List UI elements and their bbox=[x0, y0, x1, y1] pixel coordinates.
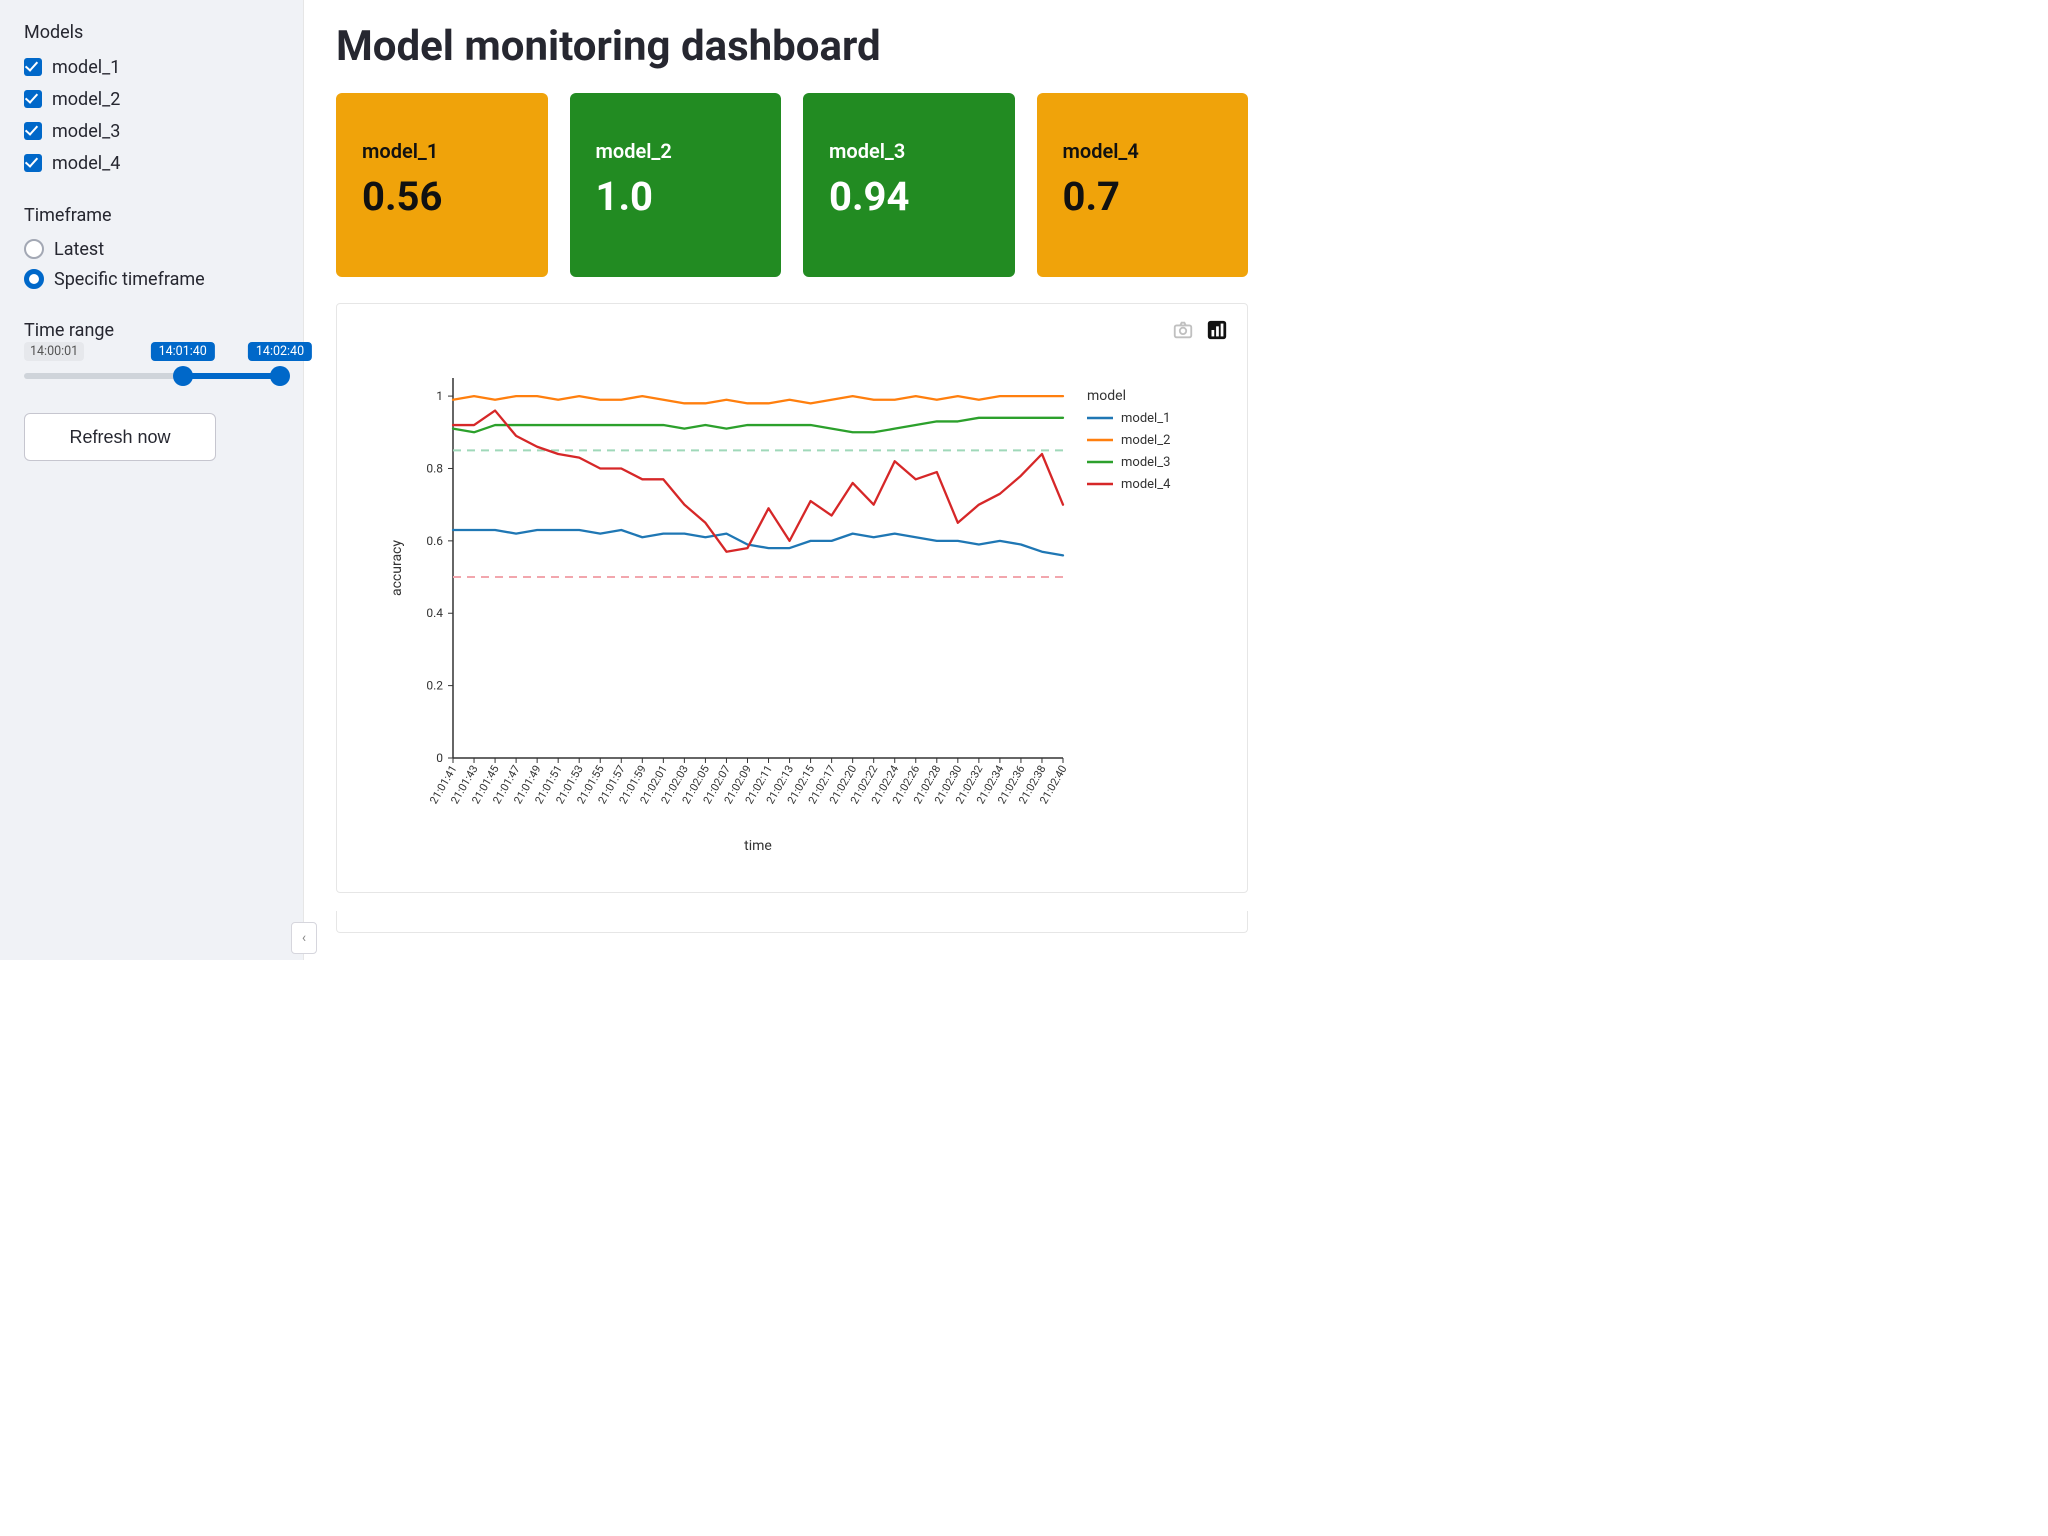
timerange-section: Time range 14:00:01 14:01:40 14:02:40 bbox=[24, 320, 281, 379]
metric-card-model_3: model_3 0.94 bbox=[803, 93, 1015, 277]
metric-card-value: 1.0 bbox=[596, 173, 756, 220]
metric-card-value: 0.94 bbox=[829, 173, 989, 220]
timerange-thumb-lo[interactable] bbox=[173, 366, 193, 386]
metric-card-value: 0.7 bbox=[1063, 173, 1223, 220]
svg-text:1: 1 bbox=[436, 389, 443, 403]
model-checkbox-label: model_3 bbox=[52, 121, 120, 142]
model-checkbox-label: model_1 bbox=[52, 57, 120, 78]
metric-card-value: 0.56 bbox=[362, 173, 522, 220]
metric-card-model_1: model_1 0.56 bbox=[336, 93, 548, 277]
timerange-lo-bubble: 14:01:40 bbox=[151, 342, 215, 361]
metric-card-name: model_1 bbox=[362, 139, 522, 163]
sidebar-collapse-handle[interactable]: ‹ bbox=[291, 922, 317, 954]
model-checkbox-model_3[interactable]: model_3 bbox=[24, 115, 281, 147]
page-title: Model monitoring dashboard bbox=[336, 22, 1248, 71]
svg-text:0.6: 0.6 bbox=[426, 534, 443, 548]
svg-text:model_1: model_1 bbox=[1121, 411, 1170, 426]
timerange-slider[interactable]: 14:00:01 14:01:40 14:02:40 bbox=[24, 373, 280, 379]
checkbox-icon bbox=[24, 58, 42, 76]
models-section-label: Models bbox=[24, 22, 281, 43]
metric-card-name: model_4 bbox=[1063, 139, 1223, 163]
svg-text:accuracy: accuracy bbox=[389, 540, 405, 596]
checkbox-icon bbox=[24, 154, 42, 172]
timeframe-option-label: Latest bbox=[54, 239, 104, 260]
sidebar: Models model_1 model_2 model_3 model_4 Time… bbox=[0, 0, 304, 960]
svg-text:time: time bbox=[744, 838, 772, 854]
next-panel-placeholder bbox=[336, 911, 1248, 933]
timerange-section-label: Time range bbox=[24, 320, 281, 341]
chevron-left-icon: ‹ bbox=[302, 930, 306, 946]
metric-cards-row: model_1 0.56 model_2 1.0 model_3 0.94 model_4 0… bbox=[336, 93, 1248, 277]
main-content: Model monitoring dashboard model_10.56mo… bbox=[304, 0, 1280, 960]
metric-card-model_4: model_4 0.7 bbox=[1037, 93, 1249, 277]
checkbox-icon bbox=[24, 90, 42, 108]
metric-card-model_2: model_2 1.0 bbox=[570, 93, 782, 277]
model-checkbox-model_4[interactable]: model_4 bbox=[24, 147, 281, 179]
timeframe-option-latest[interactable]: Latest bbox=[24, 234, 281, 264]
svg-text:model_4: model_4 bbox=[1121, 477, 1171, 492]
svg-text:model_3: model_3 bbox=[1121, 455, 1170, 470]
svg-text:0.8: 0.8 bbox=[426, 461, 443, 475]
model-checkbox-model_2[interactable]: model_2 bbox=[24, 83, 281, 115]
accuracy-chart-panel: 00.20.40.60.81accuracy21:01:4121:01:4321… bbox=[336, 303, 1248, 893]
model-checkbox-model_1[interactable]: model_1 bbox=[24, 51, 281, 83]
svg-text:model: model bbox=[1087, 388, 1126, 404]
timeframe-section: Timeframe Latest Specific timeframe bbox=[24, 205, 281, 294]
chart-mode-icon[interactable] bbox=[1205, 318, 1229, 342]
refresh-button[interactable]: Refresh now bbox=[24, 413, 216, 461]
model-checkbox-label: model_2 bbox=[52, 89, 120, 110]
svg-text:0.2: 0.2 bbox=[426, 679, 443, 693]
timeframe-option-label: Specific timeframe bbox=[54, 269, 205, 290]
metric-card-name: model_3 bbox=[829, 139, 989, 163]
timeframe-section-label: Timeframe bbox=[24, 205, 281, 226]
accuracy-chart[interactable]: 00.20.40.60.81accuracy21:01:4121:01:4321… bbox=[357, 322, 1227, 882]
chart-toolbar bbox=[1171, 318, 1229, 342]
svg-text:0.4: 0.4 bbox=[426, 606, 443, 620]
checkbox-icon bbox=[24, 122, 42, 140]
camera-icon[interactable] bbox=[1171, 318, 1195, 342]
svg-text:model_2: model_2 bbox=[1121, 433, 1170, 448]
model-checkbox-label: model_4 bbox=[52, 153, 120, 174]
timeframe-option-specific-timeframe[interactable]: Specific timeframe bbox=[24, 264, 281, 294]
refresh-button-label: Refresh now bbox=[69, 427, 170, 448]
svg-text:0: 0 bbox=[436, 751, 443, 765]
radio-icon bbox=[24, 239, 44, 259]
timerange-hi-bubble: 14:02:40 bbox=[248, 342, 312, 361]
radio-icon bbox=[24, 269, 44, 289]
models-section: Models model_1 model_2 model_3 model_4 bbox=[24, 22, 281, 179]
metric-card-name: model_2 bbox=[596, 139, 756, 163]
timerange-thumb-hi[interactable] bbox=[270, 366, 290, 386]
timerange-min-label: 14:00:01 bbox=[24, 342, 84, 361]
